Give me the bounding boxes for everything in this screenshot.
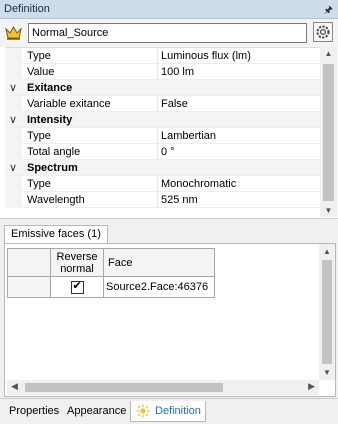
scrollbar-thumb[interactable]: [323, 64, 334, 201]
category-label: Spectrum: [27, 162, 78, 174]
property-name: Wavelength: [27, 194, 85, 206]
category-spectrum[interactable]: ∨ Spectrum: [5, 160, 320, 176]
reverse-normal-checkbox[interactable]: ✔: [70, 279, 84, 294]
source-name-row: Normal_Source: [0, 19, 338, 47]
check-icon: ✔: [72, 279, 82, 292]
reverse-normal-cell[interactable]: ✔: [50, 276, 104, 298]
property-row-wavelength[interactable]: Wavelength 525 nm: [5, 192, 320, 208]
property-grid-scrollbar[interactable]: ▲ ▼: [320, 47, 337, 217]
tab-definition-label: Definition: [155, 405, 201, 417]
property-row-total-angle[interactable]: Total angle 0 °: [5, 144, 320, 160]
table-row[interactable]: ✔ Source2.Face:46376: [7, 276, 215, 298]
scroll-right-icon[interactable]: ▶: [308, 381, 315, 392]
category-label: Intensity: [27, 114, 73, 126]
table-header-row: Reverse normal Face: [7, 248, 215, 277]
column-header-face[interactable]: Face: [103, 248, 215, 277]
property-name: Type: [27, 178, 51, 190]
property-row-value[interactable]: Value 100 lm: [5, 64, 320, 80]
category-label: Exitance: [27, 82, 73, 94]
property-row-spectrum-type[interactable]: Type Monochromatic: [5, 176, 320, 192]
tab-emissive-faces[interactable]: Emissive faces (1): [4, 225, 108, 243]
property-name: Total angle: [27, 146, 81, 158]
row-header[interactable]: [7, 276, 51, 298]
property-name: Type: [27, 50, 51, 62]
category-intensity[interactable]: ∨ Intensity: [5, 112, 320, 128]
property-value[interactable]: Monochromatic: [161, 178, 236, 190]
scroll-up-icon[interactable]: ▲: [319, 247, 335, 256]
scroll-left-icon[interactable]: ◀: [11, 381, 18, 392]
emissive-faces-vscrollbar[interactable]: ▲ ▼: [319, 244, 335, 380]
property-value[interactable]: 525 nm: [161, 194, 198, 206]
scrollbar-thumb[interactable]: [25, 383, 223, 392]
property-value[interactable]: Lambertian: [161, 130, 216, 142]
property-row-variable-exitance[interactable]: Variable exitance False: [5, 96, 320, 112]
emissive-faces-hscrollbar[interactable]: ◀ ▶: [7, 380, 319, 395]
property-value[interactable]: 100 lm: [161, 66, 194, 78]
property-row-intensity-type[interactable]: Type Lambertian: [5, 128, 320, 144]
scroll-down-icon[interactable]: ▼: [319, 368, 335, 377]
source-name-input[interactable]: Normal_Source: [28, 23, 307, 43]
property-row-type[interactable]: Type Luminous flux (lm): [5, 48, 320, 64]
tab-appearance[interactable]: Appearance: [67, 405, 126, 417]
sun-icon: [136, 404, 150, 418]
scrollbar-thumb[interactable]: [322, 260, 332, 364]
panel-title-bar: Definition 🖈: [0, 0, 338, 19]
tab-properties[interactable]: Properties: [9, 405, 59, 417]
panel-title: Definition: [4, 3, 50, 15]
scroll-up-icon[interactable]: ▲: [320, 49, 337, 58]
crown-source-icon: [5, 26, 22, 40]
emissive-faces-panel: Emissive faces (1) Reverse normal Face ✔…: [0, 218, 338, 399]
chevron-down-icon[interactable]: ∨: [9, 81, 17, 94]
face-cell[interactable]: Source2.Face:46376: [103, 276, 215, 298]
scroll-down-icon[interactable]: ▼: [320, 206, 337, 215]
row-header-corner: [7, 248, 51, 277]
property-value[interactable]: False: [161, 98, 188, 110]
property-name: Variable exitance: [27, 98, 111, 110]
emissive-faces-box: Reverse normal Face ✔ Source2.Face:46376…: [4, 243, 336, 397]
chevron-down-icon[interactable]: ∨: [9, 113, 17, 126]
property-name: Type: [27, 130, 51, 142]
chevron-down-icon[interactable]: ∨: [9, 161, 17, 174]
tab-definition[interactable]: Definition: [130, 401, 206, 422]
property-grid: Type Luminous flux (lm) Value 100 lm ∨ E…: [5, 47, 320, 213]
property-value[interactable]: 0 °: [161, 146, 175, 158]
bottom-tab-bar: Properties Appearance Definition: [0, 398, 338, 424]
pin-icon[interactable]: 🖈: [324, 3, 333, 20]
gear-icon: [316, 25, 330, 39]
emissive-faces-table: Reverse normal Face ✔ Source2.Face:46376: [7, 248, 215, 298]
property-value[interactable]: Luminous flux (lm): [161, 50, 251, 62]
column-header-reverse-normal[interactable]: Reverse normal: [50, 248, 104, 277]
settings-button[interactable]: [313, 22, 333, 42]
category-exitance[interactable]: ∨ Exitance: [5, 80, 320, 96]
property-name: Value: [27, 66, 55, 78]
